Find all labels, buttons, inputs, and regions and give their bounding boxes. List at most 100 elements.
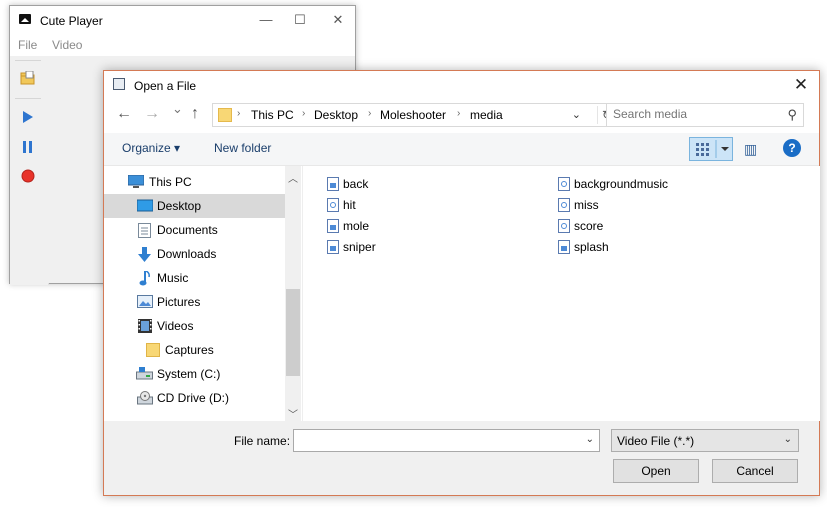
maximize-button[interactable]: ☐ [290,12,310,28]
recent-locations-icon[interactable]: ⌄ [172,101,183,117]
preview-pane-icon[interactable]: ▥ [744,141,757,158]
nav-scrollbar[interactable]: ︿ ﹀ [285,166,301,421]
videos-icon [138,319,152,333]
player-toolbar [10,56,49,285]
chevron-down-icon[interactable]: ⌄ [572,108,581,121]
audio-file-icon [558,177,570,191]
new-folder-button[interactable]: New folder [214,141,271,155]
dialog-close-button[interactable]: ✕ [791,75,811,95]
nav-label: Desktop [157,199,202,213]
nav-label: Captures [165,343,214,357]
nav-item-this-pc[interactable]: This PC [104,170,285,194]
nav-item-downloads[interactable]: Downloads [104,242,285,266]
nav-label: System (C:) [157,367,221,381]
nav-label: CD Drive (D:) [157,391,229,405]
minimize-button[interactable]: — [256,12,276,28]
nav-item-videos[interactable]: Videos [104,314,285,338]
crumb-separator[interactable]: › [457,108,460,119]
cancel-button[interactable]: Cancel [712,459,798,483]
image-file-icon [558,240,570,254]
crumb-desktop[interactable]: Desktop [314,108,358,122]
open-file-dialog: Open a File ✕ ← → ⌄ ↑ › This PC › Deskto… [103,70,820,496]
dialog-footer: File name: ⌄ Video File (*.*) ⌄ Open Can… [104,421,819,495]
file-name-field[interactable]: ⌄ [293,429,600,452]
file-name: sniper [343,240,376,254]
dialog-title: Open a File [134,79,197,93]
nav-item-documents[interactable]: Documents [104,218,285,242]
nav-label: Music [157,271,189,285]
file-name: mole [343,219,370,233]
nav-label: This PC [149,175,192,189]
nav-item-desktop[interactable]: Desktop [104,194,285,218]
scroll-thumb[interactable] [286,289,300,376]
player-titlebar: Cute Player — ☐ ✕ [10,6,355,36]
nav-item-cd-drive[interactable]: CD Drive (D:) [104,386,285,410]
open-file-icon[interactable] [20,70,36,85]
nav-label: Videos [157,319,194,333]
folder-icon [146,343,160,357]
chevron-down-icon: ⌄ [783,434,792,445]
view-options-button[interactable] [689,137,733,161]
drive-icon [136,367,153,381]
pictures-icon [137,295,153,309]
file-name: miss [574,198,599,212]
folder-icon [218,108,232,122]
address-bar[interactable]: › This PC › Desktop › Moleshooter › medi… [212,103,620,127]
dialog-icon [113,78,125,90]
record-icon[interactable] [21,169,35,186]
toolbar-separator [15,98,41,99]
music-icon [139,270,153,286]
image-file-icon [327,177,339,191]
pc-icon [127,174,145,189]
open-button[interactable]: Open [613,459,699,483]
audio-file-icon [558,219,570,233]
chevron-down-icon[interactable]: ⌄ [586,434,594,445]
cd-icon [137,391,153,405]
up-icon[interactable]: ↑ [191,105,199,123]
player-title: Cute Player [40,14,103,28]
search-icon[interactable]: ⚲ [787,107,797,123]
pause-icon[interactable] [23,141,33,156]
file-name: splash [574,240,609,254]
file-name: hit [343,198,356,212]
command-bar: Organize ▾ New folder ▥ ? [104,133,819,166]
image-file-icon [327,240,339,254]
crumb-media[interactable]: media [470,108,503,122]
nav-label: Documents [157,223,218,237]
audio-file-icon [558,198,570,212]
audio-file-icon [327,198,339,212]
file-name-input[interactable] [298,433,568,447]
crumb-this-pc[interactable]: This PC [251,108,294,122]
file-type-value: Video File (*.*) [617,434,695,448]
documents-icon [138,223,152,238]
search-box[interactable]: ⚲ [606,103,804,127]
scroll-up-icon[interactable]: ︿ [288,170,298,185]
back-icon[interactable]: ← [116,105,132,123]
file-name: backgroundmusic [574,177,669,191]
downloads-icon [137,247,151,262]
menu-file[interactable]: File [18,38,37,52]
file-name-label: File name: [234,434,291,448]
forward-icon[interactable]: → [144,105,160,123]
crumb-separator[interactable]: › [302,108,305,119]
search-input[interactable] [613,107,773,121]
player-menubar: File Video [10,36,355,56]
scroll-down-icon[interactable]: ﹀ [288,406,298,421]
file-name: score [574,219,604,233]
nav-item-system-c[interactable]: System (C:) [104,362,285,386]
player-close-button[interactable]: ✕ [328,12,348,28]
nav-item-music[interactable]: Music [104,266,285,290]
app-icon [19,14,31,24]
menu-video[interactable]: Video [52,38,82,52]
crumb-separator[interactable]: › [237,108,240,119]
file-type-select[interactable]: Video File (*.*) ⌄ [611,429,799,452]
image-file-icon [327,219,339,233]
crumb-separator[interactable]: › [368,108,371,119]
crumb-moleshooter[interactable]: Moleshooter [380,108,446,122]
play-icon[interactable] [23,111,33,126]
help-icon[interactable]: ? [783,139,801,157]
nav-item-captures[interactable]: Captures [104,338,285,362]
organize-button[interactable]: Organize ▾ [122,141,180,155]
nav-label: Pictures [157,295,201,309]
nav-item-pictures[interactable]: Pictures [104,290,285,314]
